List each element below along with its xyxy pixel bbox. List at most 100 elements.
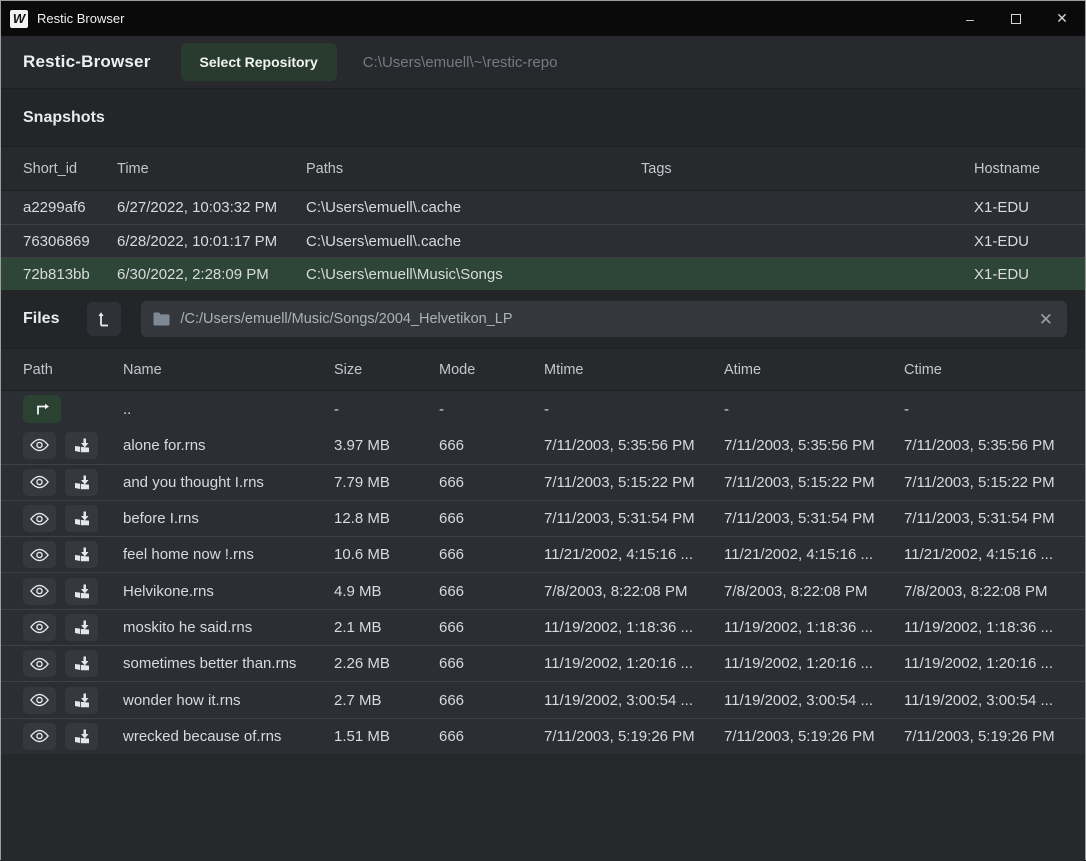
file-size: 1.51 MB [334, 728, 439, 745]
parent-directory-row[interactable]: .. - - - - - [1, 391, 1085, 427]
col-mode[interactable]: Mode [439, 362, 544, 378]
download-icon [74, 729, 90, 744]
file-ctime: 11/19/2002, 1:20:16 ... [904, 655, 1085, 672]
preview-file-button[interactable] [23, 614, 56, 641]
snapshot-hostname: X1-EDU [974, 266, 1085, 283]
file-atime: - [724, 401, 904, 418]
file-atime: 7/11/2003, 5:15:22 PM [724, 474, 904, 491]
snapshot-short-id: 76306869 [23, 233, 117, 250]
close-button[interactable]: ✕ [1039, 1, 1085, 36]
file-row[interactable]: alone for.rns 3.97 MB 666 7/11/2003, 5:3… [1, 427, 1085, 463]
col-atime[interactable]: Atime [724, 362, 904, 378]
file-mtime: 11/19/2002, 1:20:16 ... [544, 655, 724, 672]
file-name: moskito he said.rns [123, 619, 334, 636]
file-ctime: 11/21/2002, 4:15:16 ... [904, 546, 1085, 563]
preview-file-button[interactable] [23, 650, 56, 677]
preview-file-button[interactable] [23, 687, 56, 714]
dump-snapshot-button[interactable] [87, 302, 121, 336]
col-ctime[interactable]: Ctime [904, 362, 1085, 378]
preview-file-button[interactable] [23, 723, 56, 750]
file-mtime: 7/11/2003, 5:15:22 PM [544, 474, 724, 491]
file-row[interactable]: wrecked because of.rns 1.51 MB 666 7/11/… [1, 718, 1085, 754]
download-icon [74, 693, 90, 708]
file-ctime: 7/11/2003, 5:35:56 PM [904, 437, 1085, 454]
file-row[interactable]: before I.rns 12.8 MB 666 7/11/2003, 5:31… [1, 500, 1085, 536]
eye-icon [30, 584, 49, 598]
file-mtime: 11/19/2002, 1:18:36 ... [544, 619, 724, 636]
eye-icon [30, 475, 49, 489]
col-tags[interactable]: Tags [641, 161, 974, 177]
col-short-id[interactable]: Short_id [23, 161, 117, 177]
preview-file-button[interactable] [23, 432, 56, 459]
preview-file-button[interactable] [23, 578, 56, 605]
file-size: 4.9 MB [334, 583, 439, 600]
go-up-directory-button[interactable] [23, 395, 61, 423]
file-mode: 666 [439, 474, 544, 491]
col-mtime[interactable]: Mtime [544, 362, 724, 378]
eye-icon [30, 548, 49, 562]
download-file-button[interactable] [65, 650, 98, 677]
col-path[interactable]: Path [23, 362, 123, 378]
preview-file-button[interactable] [23, 541, 56, 568]
file-mode: 666 [439, 583, 544, 600]
file-atime: 11/21/2002, 4:15:16 ... [724, 546, 904, 563]
col-hostname[interactable]: Hostname [974, 161, 1085, 177]
file-mtime: 7/11/2003, 5:19:26 PM [544, 728, 724, 745]
file-name: Helvikone.rns [123, 583, 334, 600]
file-row[interactable]: sometimes better than.rns 2.26 MB 666 11… [1, 645, 1085, 681]
app-title: Restic-Browser [23, 52, 151, 72]
col-size[interactable]: Size [334, 362, 439, 378]
download-file-button[interactable] [65, 469, 98, 496]
preview-file-button[interactable] [23, 469, 56, 496]
snapshot-row[interactable]: 76306869 6/28/2022, 10:01:17 PM C:\Users… [1, 224, 1085, 257]
file-row[interactable]: moskito he said.rns 2.1 MB 666 11/19/200… [1, 609, 1085, 645]
snapshots-table-header: Short_id Time Paths Tags Hostname [1, 147, 1085, 191]
eye-icon [30, 620, 49, 634]
files-table-body: alone for.rns 3.97 MB 666 7/11/2003, 5:3… [1, 427, 1085, 754]
download-file-button[interactable] [65, 578, 98, 605]
clear-path-button[interactable]: ✕ [1037, 311, 1055, 328]
file-mode: 666 [439, 619, 544, 636]
col-name[interactable]: Name [123, 362, 334, 378]
download-file-button[interactable] [65, 614, 98, 641]
app-logo-icon: W [10, 10, 28, 28]
eye-icon [30, 657, 49, 671]
file-size: 12.8 MB [334, 510, 439, 527]
snapshot-paths: C:\Users\emuell\Music\Songs [306, 266, 641, 283]
file-row[interactable]: and you thought I.rns 7.79 MB 666 7/11/2… [1, 464, 1085, 500]
snapshot-time: 6/28/2022, 10:01:17 PM [117, 233, 306, 250]
snapshot-row[interactable]: 72b813bb 6/30/2022, 2:28:09 PM C:\Users\… [1, 257, 1085, 290]
download-file-button[interactable] [65, 541, 98, 568]
file-atime: 7/11/2003, 5:31:54 PM [724, 510, 904, 527]
file-mtime: 7/11/2003, 5:35:56 PM [544, 437, 724, 454]
snapshot-row[interactable]: a2299af6 6/27/2022, 10:03:32 PM C:\Users… [1, 191, 1085, 224]
file-size: 2.7 MB [334, 692, 439, 709]
file-size: 2.26 MB [334, 655, 439, 672]
download-file-button[interactable] [65, 505, 98, 532]
maximize-button[interactable] [993, 1, 1039, 36]
download-file-button[interactable] [65, 723, 98, 750]
file-ctime: 7/11/2003, 5:19:26 PM [904, 728, 1085, 745]
eye-icon [30, 438, 49, 452]
file-name: wonder how it.rns [123, 692, 334, 709]
minimize-button[interactable]: – [947, 1, 993, 36]
file-mtime: 11/21/2002, 4:15:16 ... [544, 546, 724, 563]
select-repository-button[interactable]: Select Repository [181, 43, 337, 81]
file-row[interactable]: wonder how it.rns 2.7 MB 666 11/19/2002,… [1, 681, 1085, 717]
snapshot-short-id: a2299af6 [23, 199, 117, 216]
file-name: feel home now !.rns [123, 546, 334, 563]
file-row[interactable]: feel home now !.rns 10.6 MB 666 11/21/20… [1, 536, 1085, 572]
preview-file-button[interactable] [23, 505, 56, 532]
file-row[interactable]: Helvikone.rns 4.9 MB 666 7/8/2003, 8:22:… [1, 572, 1085, 608]
file-name: wrecked because of.rns [123, 728, 334, 745]
col-time[interactable]: Time [117, 161, 306, 177]
col-paths[interactable]: Paths [306, 161, 641, 177]
snapshot-paths: C:\Users\emuell\.cache [306, 199, 641, 216]
current-path-input[interactable]: /C:/Users/emuell/Music/Songs/2004_Helvet… [141, 301, 1067, 337]
file-atime: 7/8/2003, 8:22:08 PM [724, 583, 904, 600]
download-file-button[interactable] [65, 687, 98, 714]
file-mtime: 7/11/2003, 5:31:54 PM [544, 510, 724, 527]
file-atime: 11/19/2002, 1:18:36 ... [724, 619, 904, 636]
snapshots-heading: Snapshots [23, 109, 105, 127]
download-file-button[interactable] [65, 432, 98, 459]
